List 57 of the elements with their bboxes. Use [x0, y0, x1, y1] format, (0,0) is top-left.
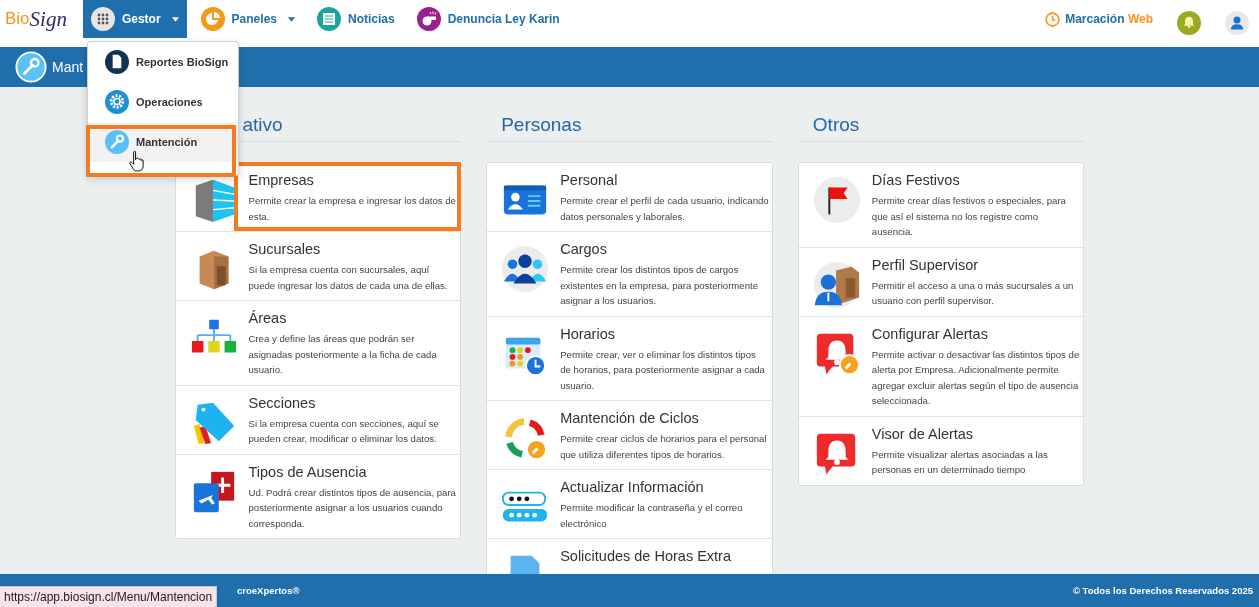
footer-rights: © Todos los Derechos Reservados 2025	[1073, 585, 1253, 596]
page-title: Mant	[52, 59, 84, 75]
nav-tab[interactable]: Paneles	[192, 0, 303, 38]
user-button[interactable]	[1225, 11, 1249, 35]
item-description: Permite crear ciclos de horarios para el personal que utiliza diferentes tipos de horarios.	[560, 432, 768, 462]
menu-link[interactable]: Solicitudes de Horas Extra	[560, 546, 731, 566]
menu-link[interactable]: Perfil Supervisor	[871, 254, 979, 275]
menu-item[interactable]: Reportes BioSign	[88, 42, 238, 82]
item-description: Si la empresa cuenta con secciones, aquí se pueden crear, modificar o eliminar los datos.	[248, 416, 440, 446]
status-url: https://app.biosign.cl/Menu/Mantencion	[0, 586, 218, 607]
menu-link[interactable]: Actualizar Información	[560, 477, 704, 497]
menu-link[interactable]: Días Festivos	[871, 170, 960, 190]
section-title: Personas	[501, 114, 582, 135]
menu-link[interactable]: Mantención de Ciclos	[560, 408, 699, 428]
item-description: Permite crear días festivos o especiales, para que así el sistema no los registre como ausencia.	[871, 194, 1067, 239]
marcacion-link[interactable]: Marcación Web	[1044, 0, 1153, 38]
menu-link[interactable]: Personal	[560, 170, 618, 190]
menu-link[interactable]: Secciones	[248, 392, 316, 413]
nav-tab[interactable]: Denuncia Ley Karin	[408, 0, 568, 38]
newspaper-icon	[317, 7, 341, 31]
menu-link[interactable]: Cargos	[560, 239, 607, 259]
item-description: Permite crear, ver o eliminar los distintos tipos de horarios, para posteriormente asignar a cada usuario.	[560, 347, 766, 393]
document-icon	[105, 50, 129, 74]
menu-link[interactable]: Áreas	[248, 308, 287, 328]
menu-link[interactable]: Horarios	[560, 323, 615, 344]
nav-tab[interactable]: Gestor	[82, 0, 187, 38]
footer-credit: croeXpertos®	[237, 585, 300, 596]
notification-button[interactable]	[1177, 11, 1201, 35]
item-description: Crea y define las áreas que podrán ser asignadas posteriormente a la ficha de cada usuario.	[248, 332, 438, 377]
menu-link[interactable]: Tipos de Ausencia	[248, 461, 367, 482]
menu-link[interactable]: Configurar Alertas	[871, 323, 988, 344]
item-description: Ud. Podrá crear distintos tipos de ausencia, para posteriormente asignar a los usuarios cuando corresponda.	[248, 485, 457, 531]
pie-chart-icon	[200, 7, 225, 31]
item-description: Permite modificar la contraseña y el correo electrónico	[560, 501, 744, 531]
item-description: Permite visualizar alertas asociadas a las personas en un determinado tiempo	[871, 447, 1049, 477]
clock-icon	[1044, 10, 1062, 28]
section-title: ativo	[242, 114, 283, 135]
menu-link[interactable]: Sucursales	[248, 239, 321, 259]
supervisor-icon[interactable]	[812, 260, 861, 309]
grid-icon	[90, 7, 115, 31]
flag-icon[interactable]	[812, 176, 861, 224]
gear-icon	[105, 90, 129, 114]
item-description: Permite crear el perfil de cada usuario, indicando datos personales y laborales.	[560, 194, 769, 224]
nav-tab[interactable]: Noticias	[309, 0, 403, 38]
menu-item[interactable]: Operaciones	[88, 82, 238, 122]
item-description: Permitir el acceso a una o más sucursales a un usuario con perfil supervisor.	[871, 278, 1075, 308]
menu-link[interactable]: Visor de Alertas	[871, 423, 974, 444]
item-description: Permite activar o desactivar las distintos tipos de alerta por Empresa. Adicionalmente permite agregar excluir alertas según el tipo de ausencia seleccionada.	[871, 347, 1081, 408]
section-title: Otros	[812, 114, 860, 135]
logo[interactable]: BioSign	[0, 0, 83, 38]
item-description: Si la empresa cuenta con sucursales, aquí puede ingresar los datos de cada una de ellas.	[248, 263, 449, 293]
item-description: Permite crear la empresa e ingresar los datos de esta.	[248, 194, 457, 224]
whistle-icon	[416, 7, 441, 31]
item-description: Permite crear los distintos tipos de cargos existentes en la empresa, para posteriormente asignar a los usuarios.	[560, 263, 759, 308]
people-icon[interactable]	[501, 245, 550, 293]
hand-cursor-icon	[128, 150, 145, 173]
menu-link[interactable]: Empresas	[248, 170, 314, 190]
